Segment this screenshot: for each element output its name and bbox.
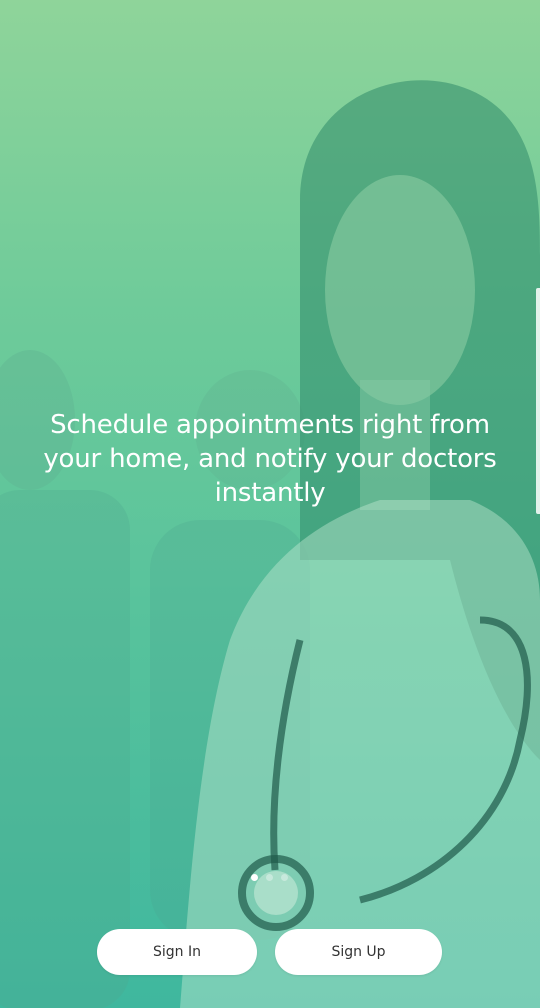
sign-in-button[interactable]: Sign In bbox=[97, 929, 257, 975]
page-dot-2[interactable] bbox=[266, 874, 273, 881]
onboarding-headline: Schedule appointments right from your ho… bbox=[43, 410, 497, 508]
page-dot-1[interactable] bbox=[251, 874, 258, 881]
sign-up-button[interactable]: Sign Up bbox=[275, 929, 442, 975]
page-indicator bbox=[251, 874, 288, 881]
page-dot-3[interactable] bbox=[281, 874, 288, 881]
onboarding-screen: Schedule appointments right from your ho… bbox=[0, 0, 540, 1008]
side-scroll-indicator bbox=[536, 288, 540, 514]
